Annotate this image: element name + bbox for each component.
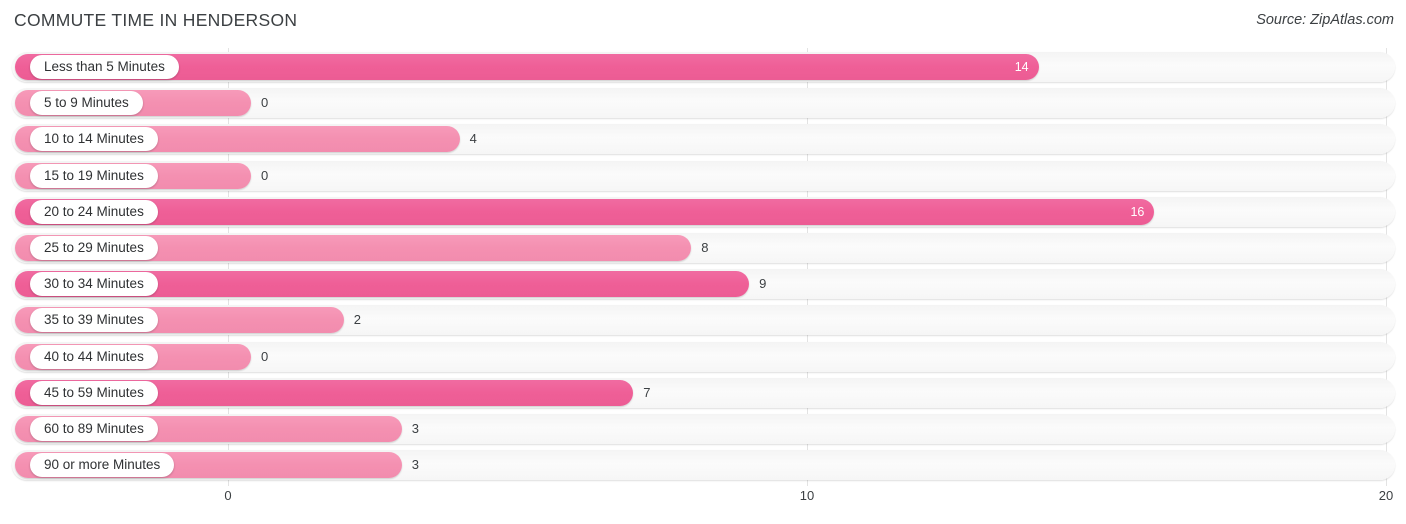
bar-category-label: 20 to 24 Minutes (30, 199, 158, 224)
bar-category-label: 45 to 59 Minutes (30, 380, 158, 405)
bar-category-label: 60 to 89 Minutes (30, 417, 158, 441)
bar-value-label: 14 (1014, 60, 1029, 74)
bar-row[interactable]: 16 20 to 24 Minutes (0, 196, 1406, 227)
bar-category-label: 40 to 44 Minutes (30, 344, 158, 369)
bar-row[interactable]: 2 35 to 39 Minutes (0, 305, 1406, 336)
axis-tick-label: 0 (224, 488, 232, 503)
bar-fill[interactable]: 16 (15, 198, 1155, 225)
bar-value-label: 8 (701, 240, 709, 255)
axis-tick-label: 10 (799, 488, 815, 503)
bar-value-label: 0 (261, 348, 269, 364)
bar-value-label: 3 (411, 421, 419, 436)
bar-category-label: Less than 5 Minutes (30, 55, 179, 79)
bar-value-label: 7 (643, 384, 651, 400)
bar-row[interactable]: 3 90 or more Minutes (0, 450, 1406, 481)
bar-value-label: 0 (261, 95, 269, 111)
bar-category-label: 10 to 14 Minutes (30, 127, 158, 152)
bar-row[interactable]: 9 30 to 34 Minutes (0, 269, 1406, 300)
bar-row[interactable]: 8 25 to 29 Minutes (0, 233, 1406, 263)
bar-category-label: 15 to 19 Minutes (30, 163, 158, 188)
bar-value-label: 2 (353, 312, 362, 328)
bar-row[interactable]: 14 Less than 5 Minutes (0, 52, 1406, 82)
bar-category-label: 25 to 29 Minutes (30, 236, 158, 260)
bar-category-label: 30 to 34 Minutes (30, 272, 158, 297)
page-title: COMMUTE TIME IN HENDERSON (14, 10, 298, 30)
bar-category-label: 90 or more Minutes (30, 453, 175, 478)
bar-row[interactable]: 0 15 to 19 Minutes (0, 160, 1406, 191)
x-axis: 0 10 20 (0, 486, 1406, 524)
bar-category-label: 5 to 9 Minutes (30, 91, 143, 116)
bar-value-label: 0 (261, 167, 269, 183)
bar-row[interactable]: 4 10 to 14 Minutes (0, 124, 1406, 155)
source-attribution: Source: ZipAtlas.com (1256, 12, 1394, 28)
bar-row[interactable]: 0 5 to 9 Minutes (0, 88, 1406, 119)
bar-value-label: 4 (469, 131, 477, 147)
bar-row[interactable]: 3 60 to 89 Minutes (0, 414, 1406, 444)
bar-row[interactable]: 0 40 to 44 Minutes (0, 341, 1406, 372)
bar-value-label: 9 (759, 276, 767, 292)
bar-value-label: 3 (411, 457, 419, 473)
plot-area: 14 Less than 5 Minutes 0 5 to 9 Minutes 4 10 … (0, 48, 1406, 486)
bar-category-label: 35 to 39 Minutes (30, 308, 158, 333)
chart-root: COMMUTE TIME IN HENDERSON Source: ZipAtl… (0, 0, 1406, 524)
axis-tick-label: 20 (1378, 488, 1394, 503)
bar-row[interactable]: 7 45 to 59 Minutes (0, 377, 1406, 408)
bar-value-label: 16 (1130, 204, 1145, 219)
